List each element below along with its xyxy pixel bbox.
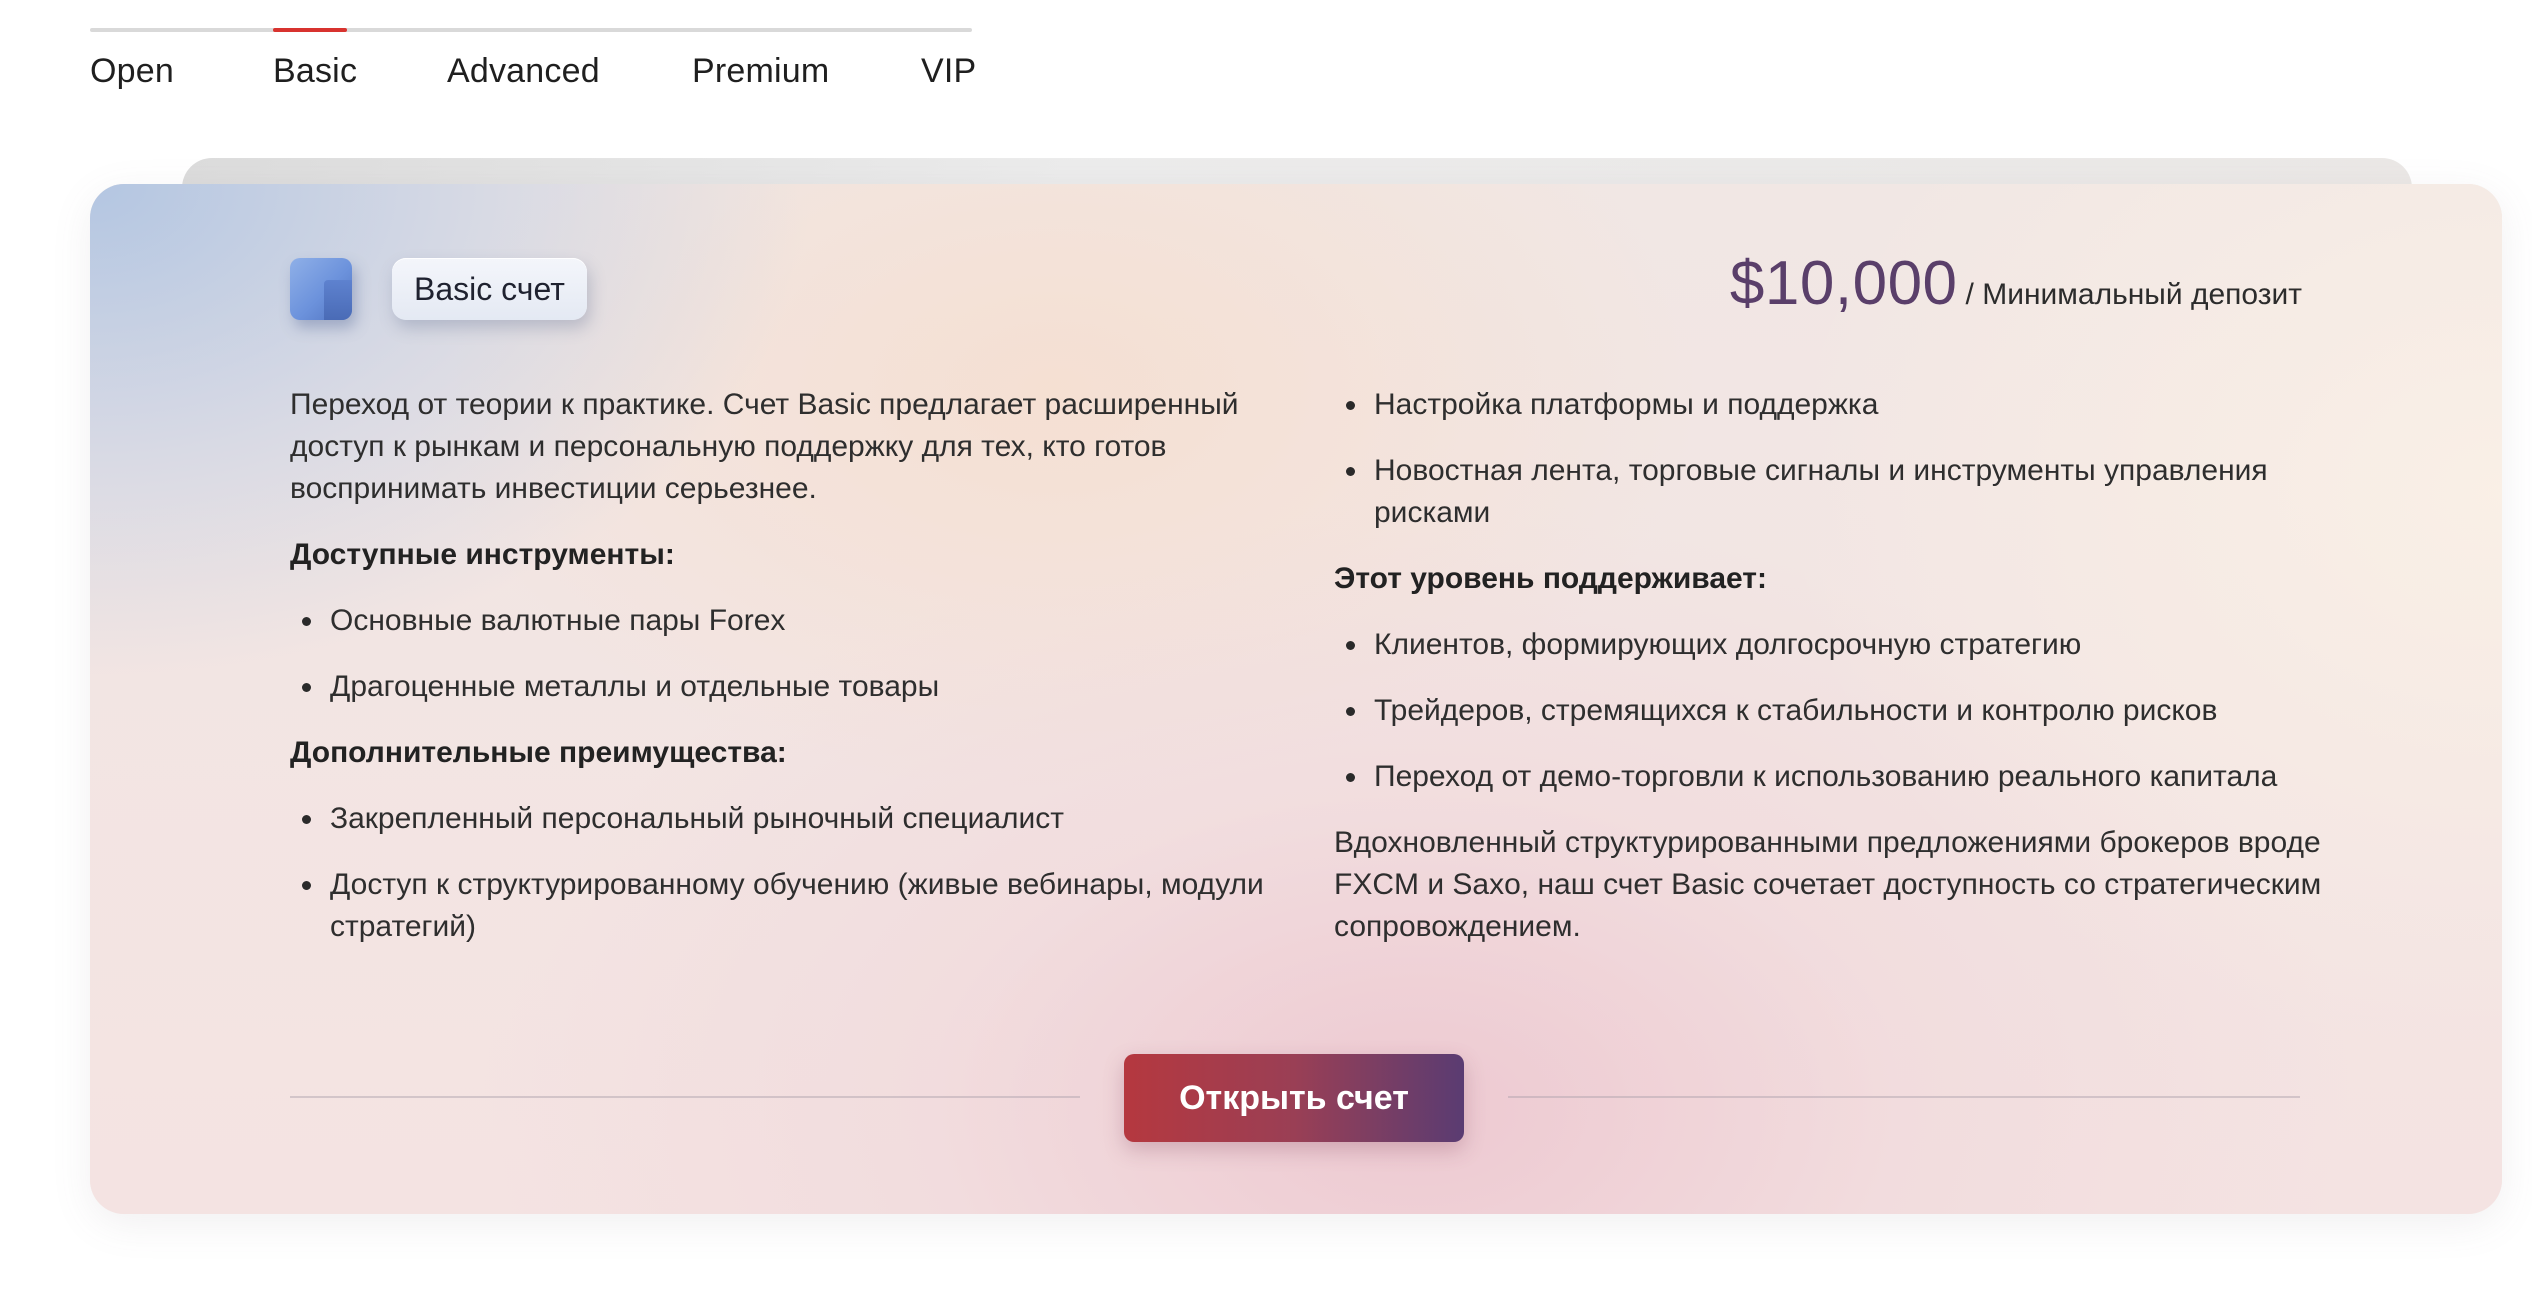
tabs-track (90, 28, 972, 32)
right-column: Настройка платформы и поддержка Новостна… (1334, 384, 2334, 972)
active-tab-indicator (273, 28, 347, 32)
supports-list: Клиентов, формирующих долгосрочную страт… (1334, 624, 2334, 798)
divider-left (290, 1096, 1080, 1098)
list-item: Закрепленный персональный рыночный специ… (290, 798, 1270, 840)
tab-premium[interactable]: Premium (692, 52, 829, 91)
min-deposit-caption: / Минимальный депозит (1965, 278, 2302, 311)
list-item: Основные валютные пары Forex (290, 600, 1270, 642)
tab-advanced[interactable]: Advanced (447, 52, 600, 91)
instruments-list: Основные валютные пары Forex Драгоценные… (290, 600, 1270, 708)
tab-basic[interactable]: Basic (273, 52, 357, 91)
list-item: Переход от демо-торговли к использованию… (1334, 756, 2334, 798)
open-account-button[interactable]: Открыть счет (1124, 1054, 1464, 1142)
min-deposit-amount: $10,000 (1729, 249, 1958, 318)
instruments-heading: Доступные инструменты: (290, 538, 675, 571)
price-block: $10,000/ Минимальный депозит (1730, 248, 2302, 319)
cube-icon (290, 258, 352, 320)
benefits-list-continued: Настройка платформы и поддержка Новостна… (1334, 384, 2334, 534)
account-badge: Basic счет (392, 258, 587, 320)
list-item: Трейдеров, стремящихся к стабильности и … (1334, 690, 2334, 732)
tab-open[interactable]: Open (90, 52, 174, 91)
divider-right (1508, 1096, 2300, 1098)
list-item: Доступ к структурированному обучению (жи… (290, 864, 1270, 948)
benefits-heading: Дополнительные преимущества: (290, 736, 787, 769)
left-column: Переход от теории к практике. Счет Basic… (290, 384, 1270, 972)
supports-heading: Этот уровень поддерживает: (1334, 562, 1767, 595)
intro-text: Переход от теории к практике. Счет Basic… (290, 388, 1239, 505)
benefits-list: Закрепленный персональный рыночный специ… (290, 798, 1270, 948)
tab-vip[interactable]: VIP (921, 52, 976, 91)
account-card: Basic счет $10,000/ Минимальный депозит … (90, 184, 2502, 1214)
list-item: Настройка платформы и поддержка (1334, 384, 2334, 426)
account-tabs: Open Basic Advanced Premium VIP (90, 28, 976, 108)
list-item: Клиентов, формирующих долгосрочную страт… (1334, 624, 2334, 666)
list-item: Драгоценные металлы и отдельные товары (290, 666, 1270, 708)
outro-text: Вдохновленный структурированными предлож… (1334, 826, 2322, 943)
list-item: Новостная лента, торговые сигналы и инст… (1334, 450, 2334, 534)
